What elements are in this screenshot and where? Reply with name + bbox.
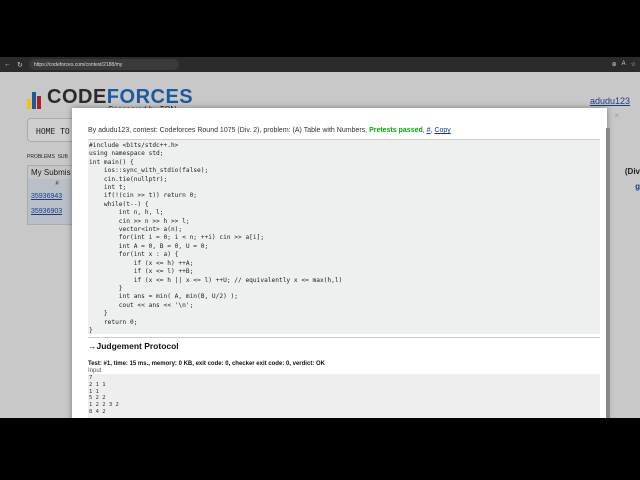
code-line: if (x <= l) ++B; <box>89 268 194 276</box>
menu-top[interactable]: TO <box>60 127 70 136</box>
test-summary: Test: #1, time: 15 ms., memory: 0 KB, ex… <box>88 361 325 367</box>
zoom-icon[interactable]: ⊕ <box>612 61 617 68</box>
code-line: while(t--) { <box>89 200 149 208</box>
code-line: } <box>89 326 93 334</box>
subnav-submit[interactable]: SUB <box>58 154 68 160</box>
code-line: cout << ans << '\n'; <box>89 301 194 309</box>
code-line: for(int x : a) { <box>89 251 179 259</box>
input-line: 8 4 2 <box>89 408 106 415</box>
read-aloud-icon[interactable]: A <box>622 61 626 68</box>
code-line: if (x <= h || x <= l) ++U; // equivalent… <box>89 276 343 284</box>
code-line: cin.tie(nullptr); <box>89 175 168 183</box>
user-link[interactable]: adudu123 <box>590 96 630 106</box>
favorite-icon[interactable]: ☆ <box>631 61 636 68</box>
scrollbar[interactable] <box>606 128 610 418</box>
code-line: ios::sync_with_stdio(false); <box>89 167 209 175</box>
judgement-protocol-title[interactable]: →Judgement Protocol <box>88 341 179 351</box>
code-line: int ans = min( A, min(B, U/2) ); <box>89 293 239 301</box>
input-line: 1 1 <box>89 388 99 395</box>
code-line: cin >> n >> h >> l; <box>89 217 190 225</box>
address-bar[interactable]: https://codeforces.com/contest/2188/my <box>28 59 179 70</box>
input-line: 7 <box>89 375 93 381</box>
input-line: 1 2 2 3 2 <box>89 402 119 409</box>
code-line: int main() { <box>89 158 134 166</box>
source-code: #include <bits/stdc++.h> using namespace … <box>88 140 600 334</box>
contest-title-fragment: (Div <box>624 167 640 176</box>
sub-nav: PROBLEMS SUB <box>27 154 68 160</box>
close-icon[interactable]: × <box>614 111 619 120</box>
test-input: 72 1 11 15 2 21 2 2 3 28 4 2 <box>88 374 600 418</box>
code-line: vector<int> a(n); <box>89 226 183 234</box>
code-line: if(!(cin >> t)) return 0; <box>89 192 198 200</box>
verdict: Pretests passed <box>369 127 423 134</box>
codeforces-page: CODEFORCES Sponsored by TON adudu123 HOM… <box>0 72 640 418</box>
refresh-icon[interactable]: ↻ <box>17 61 23 69</box>
back-icon[interactable]: ← <box>4 61 11 68</box>
code-line: int t; <box>89 184 127 192</box>
input-line: 2 1 1 <box>89 381 106 388</box>
submission-modal: × By adudu123, contest: Codeforces Round… <box>72 108 619 418</box>
code-line: } <box>89 310 108 318</box>
divider <box>88 337 600 338</box>
code-line: int n, h, l; <box>89 209 164 217</box>
submission-info: By adudu123, contest: Codeforces Round 1… <box>88 127 451 134</box>
code-line: using namespace std; <box>89 150 164 158</box>
code-line: for(int i = 0; i < n; ++i) cin >> a[i]; <box>89 234 265 242</box>
code-line: } <box>89 284 123 292</box>
code-line: if (x <= h) ++A; <box>89 259 194 267</box>
subnav-problems[interactable]: PROBLEMS <box>27 154 55 160</box>
code-line: #include <bits/stdc++.h> <box>89 142 179 149</box>
input-line: 5 2 2 <box>89 395 106 402</box>
logo-text: CODE <box>47 86 107 108</box>
menu-home[interactable]: HOME <box>36 127 55 136</box>
link-fragment[interactable]: g <box>635 182 640 191</box>
submission-info-text: By adudu123, contest: Codeforces Round 1… <box>88 127 370 134</box>
code-line: int A = 0, B = 0, U = 0; <box>89 242 209 250</box>
copy-link[interactable]: Copy <box>434 127 450 134</box>
logo-bars-icon <box>27 91 42 109</box>
browser-toolbar: ← ↻ https://codeforces.com/contest/2188/… <box>0 57 640 72</box>
code-line: return 0; <box>89 318 138 326</box>
